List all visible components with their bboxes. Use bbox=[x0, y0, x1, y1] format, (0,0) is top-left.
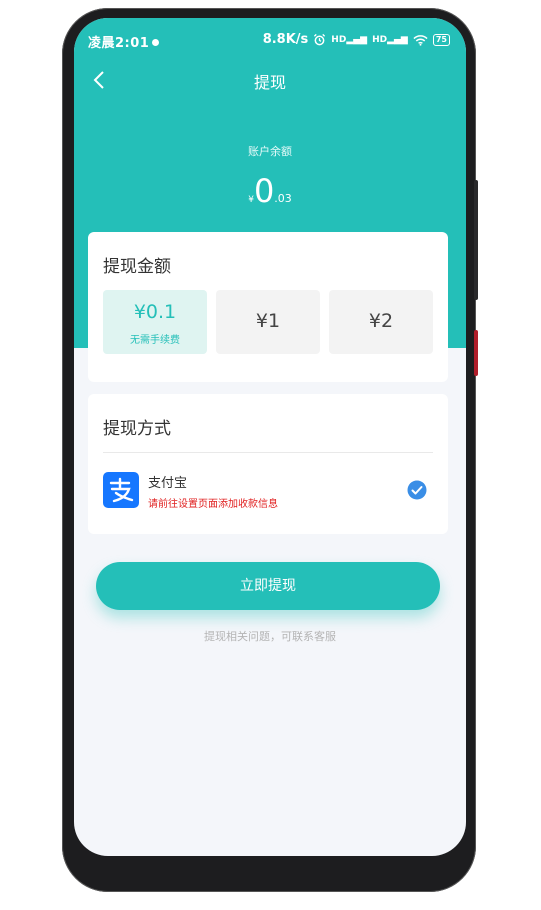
balance-integer: 0 bbox=[253, 172, 275, 210]
divider bbox=[103, 452, 433, 453]
amount-option-value: ¥2 bbox=[368, 310, 394, 332]
method-card: 提现方式 支付宝 请前往设置页面添加收款信息 bbox=[88, 394, 448, 534]
balance-decimal: .03 bbox=[274, 192, 292, 205]
network-speed: 8.8K/s bbox=[262, 32, 309, 47]
help-text[interactable]: 提现相关问题，可联系客服 bbox=[74, 628, 466, 644]
payment-method-alipay[interactable]: 支付宝 请前往设置页面添加收款信息 bbox=[103, 464, 433, 516]
payment-method-name: 支付宝 bbox=[148, 476, 188, 491]
balance-label: 账户余额 bbox=[248, 145, 292, 158]
balance-amount: ¥0.03 bbox=[74, 172, 466, 210]
amount-option-value: ¥1 bbox=[255, 310, 281, 332]
amount-option-1[interactable]: ¥1 bbox=[216, 290, 320, 354]
amount-card: 提现金额 ¥0.1 无需手续费 ¥1 ¥2 bbox=[88, 232, 448, 382]
notification-dot-icon bbox=[152, 39, 160, 46]
side-key bbox=[474, 330, 478, 376]
alarm-icon bbox=[314, 33, 326, 46]
amount-option-value: ¥0.1 bbox=[133, 301, 177, 323]
screen: 凌晨2:01 8.8K/s HD▂▄▆ HD▂▄▆ 75 提现 账户余额 ¥0.… bbox=[74, 18, 466, 856]
status-time: 凌晨2:01 bbox=[88, 32, 160, 51]
method-card-title: 提现方式 bbox=[103, 419, 171, 439]
amount-option-2[interactable]: ¥2 bbox=[329, 290, 433, 354]
battery-icon: 75 bbox=[432, 33, 450, 46]
withdraw-button[interactable]: 立即提现 bbox=[96, 562, 440, 610]
signal-icon: HD▂▄▆ bbox=[331, 34, 368, 45]
nav-bar: 提现 bbox=[74, 60, 466, 100]
page-title: 提现 bbox=[253, 73, 286, 92]
power-button bbox=[474, 180, 478, 300]
status-icons: 8.8K/s HD▂▄▆ HD▂▄▆ 75 bbox=[263, 32, 450, 47]
amount-option-note: 无需手续费 bbox=[130, 335, 180, 346]
signal-icon-2: HD▂▄▆ bbox=[372, 34, 408, 45]
check-circle-icon[interactable] bbox=[407, 480, 427, 500]
wifi-icon bbox=[413, 34, 428, 46]
amount-option-0.1[interactable]: ¥0.1 无需手续费 bbox=[103, 290, 207, 354]
status-bar: 凌晨2:01 8.8K/s HD▂▄▆ HD▂▄▆ 75 bbox=[74, 18, 466, 58]
alipay-icon bbox=[103, 472, 139, 508]
amount-card-title: 提现金额 bbox=[103, 257, 171, 277]
payment-method-tip: 请前往设置页面添加收款信息 bbox=[148, 499, 278, 510]
